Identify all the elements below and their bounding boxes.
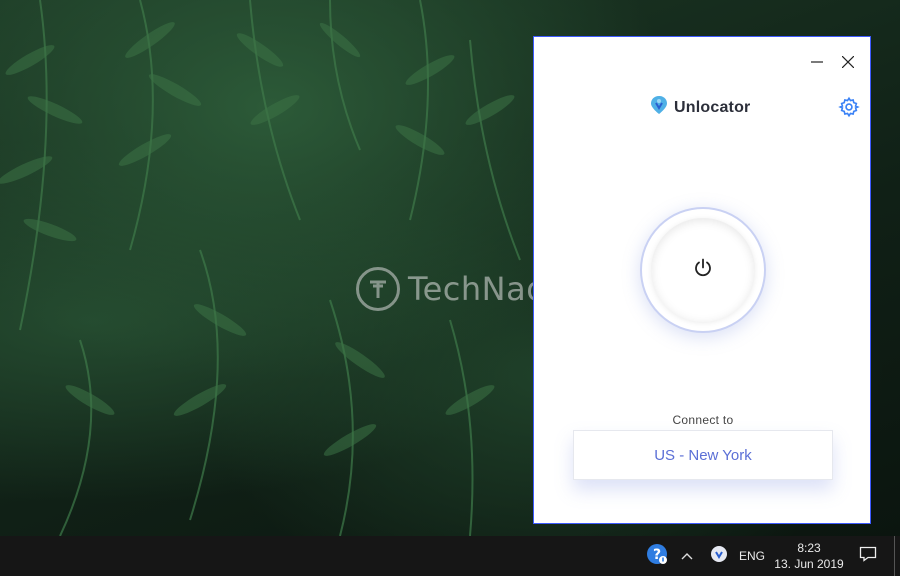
settings-button[interactable] [838,96,860,118]
close-icon [841,55,855,73]
notification-center-button[interactable] [854,536,882,576]
close-button[interactable] [834,53,862,75]
unlocator-logo-icon [650,95,668,120]
language-text: ENG [738,549,765,563]
notification-icon [859,546,877,567]
location-selector[interactable]: US - New York [573,430,833,480]
show-desktop-button[interactable] [894,536,895,576]
show-hidden-icons-button[interactable] [678,536,696,576]
chevron-up-icon [681,547,693,565]
app-brand: Unlocator [650,95,750,120]
connect-to-label: Connect to [672,413,734,427]
taskbar-clock[interactable]: 8:23 13. Jun 2019 [770,536,848,576]
minimize-button[interactable] [803,53,831,75]
unlocator-tray-button[interactable] [708,536,730,576]
unlocator-window: Unlocator Connect to US - New York [533,36,871,524]
power-button-inner [651,218,755,322]
clock-date: 13. Jun 2019 [774,557,844,571]
clock-time: 8:23 [797,541,821,555]
power-button[interactable] [640,207,766,333]
minimize-icon [811,55,823,73]
location-text: US - New York [654,446,752,464]
language-indicator[interactable]: ENG [736,536,768,576]
gear-icon [838,96,860,122]
app-name: Unlocator [674,98,751,116]
watermark-logo-icon [356,267,400,311]
power-icon [693,258,713,283]
taskbar: ? ENG 8:23 13. Jun 2019 [0,536,900,576]
help-icon: ? [646,543,668,570]
help-tray-button[interactable]: ? [642,536,672,576]
unlocator-tray-icon [710,545,728,568]
